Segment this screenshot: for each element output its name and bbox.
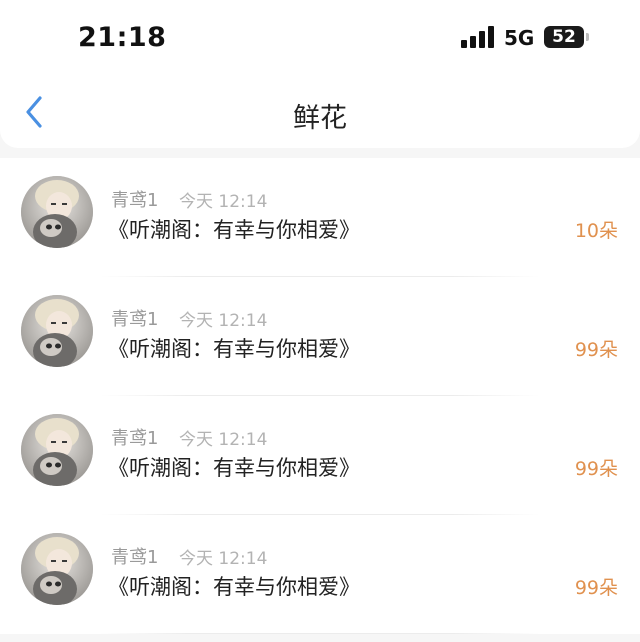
- page-title: 鲜花: [293, 103, 347, 134]
- battery-level: 52: [552, 27, 576, 47]
- user-name: 青鸢1: [111, 547, 159, 568]
- book-title: 《听潮阁：有幸与你相爱》: [108, 218, 360, 242]
- avatar[interactable]: [21, 295, 93, 367]
- flower-count: 99朵: [574, 339, 618, 361]
- battery-cap: [586, 33, 589, 41]
- list-item[interactable]: 青鸢1 今天 12:14 《听潮阁：有幸与你相爱》 99朵: [0, 277, 640, 396]
- avatar-image: [21, 176, 93, 248]
- divider: [100, 633, 540, 634]
- flower-count: 99朵: [574, 577, 618, 599]
- status-time: 21:18: [78, 22, 167, 53]
- book-title: 《听潮阁：有幸与你相爱》: [108, 575, 360, 599]
- flower-count: 99朵: [574, 458, 618, 480]
- timestamp: 今天 12:14: [179, 192, 268, 212]
- list-item[interactable]: 青鸢1 今天 12:14 《听潮阁：有幸与你相爱》 10朵: [0, 158, 640, 277]
- status-bar: 21:18 5G 52: [0, 0, 640, 76]
- user-name: 青鸢1: [111, 309, 159, 330]
- timestamp: 今天 12:14: [179, 430, 268, 450]
- user-name: 青鸢1: [111, 428, 159, 449]
- avatar[interactable]: [21, 533, 93, 605]
- list-item[interactable]: 青鸢1 今天 12:14 《听潮阁：有幸与你相爱》 99朵: [0, 515, 640, 634]
- battery-icon: 52: [544, 26, 584, 48]
- flower-record-list: 青鸢1 今天 12:14 《听潮阁：有幸与你相爱》 10朵 青鸢1 今天 12:…: [0, 158, 640, 634]
- avatar-image: [21, 295, 93, 367]
- avatar-image: [21, 414, 93, 486]
- timestamp: 今天 12:14: [179, 549, 268, 569]
- timestamp: 今天 12:14: [179, 311, 268, 331]
- signal-icon: [461, 26, 494, 48]
- network-type: 5G: [504, 26, 535, 50]
- avatar-image: [21, 533, 93, 605]
- book-title: 《听潮阁：有幸与你相爱》: [108, 456, 360, 480]
- book-title: 《听潮阁：有幸与你相爱》: [108, 337, 360, 361]
- avatar[interactable]: [21, 414, 93, 486]
- navigation-bar: 鲜花: [0, 76, 640, 148]
- flower-count: 10朵: [574, 220, 618, 242]
- user-name: 青鸢1: [111, 190, 159, 211]
- avatar[interactable]: [21, 176, 93, 248]
- list-item[interactable]: 青鸢1 今天 12:14 《听潮阁：有幸与你相爱》 99朵: [0, 396, 640, 515]
